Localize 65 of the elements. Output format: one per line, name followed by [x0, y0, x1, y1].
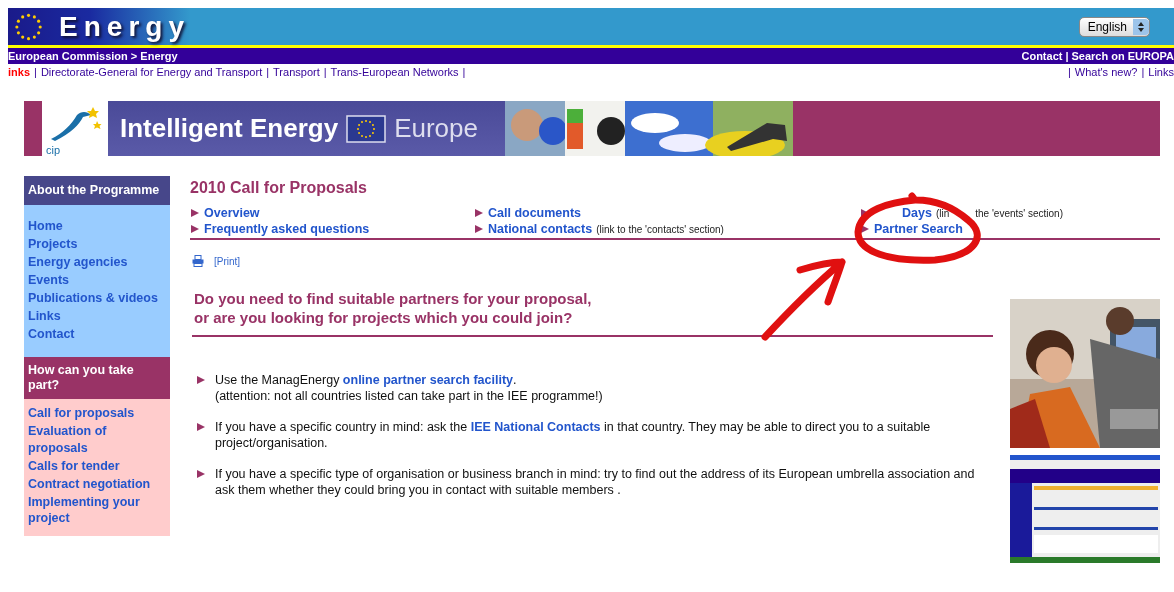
section-link[interactable]: Overview — [204, 206, 260, 220]
sidebar-link[interactable]: Home — [28, 217, 166, 235]
inline-link[interactable]: online partner search facility — [342, 373, 514, 387]
triangle-bullet-icon — [196, 375, 206, 385]
sidebar-link[interactable]: Links — [28, 307, 166, 325]
section-link[interactable]: Call documents — [488, 206, 582, 220]
dropdown-arrows-icon — [1133, 18, 1149, 35]
site-title: Energy — [59, 10, 190, 43]
nav-link[interactable]: Trans-European Networks — [330, 65, 459, 78]
printer-icon — [192, 255, 204, 267]
section-link[interactable]: Frequently asked questions — [204, 222, 370, 236]
nav-link[interactable]: Transport — [273, 65, 320, 78]
eu-flag-icon — [346, 114, 387, 143]
triangle-bullet-icon — [860, 224, 870, 234]
separator: | — [1065, 50, 1069, 62]
nav-link[interactable]: What's new? — [1074, 65, 1138, 78]
banner-subtitle: Europe — [394, 113, 478, 144]
separator: | — [462, 65, 466, 78]
triangle-bullet-icon — [474, 224, 484, 234]
section-link[interactable]: Days — [902, 206, 932, 220]
question-heading: Do you need to find suitable partners for your proposal, or are you looking for projects which you could join? — [194, 289, 593, 327]
separator: | — [1141, 65, 1145, 78]
link-note: (lin — [935, 207, 950, 219]
sidebar-link[interactable]: Contract negotiation — [28, 475, 166, 492]
triangle-bullet-icon — [196, 469, 206, 479]
sidebar-link[interactable]: Projects — [28, 235, 166, 253]
bullet-text: If you have a specific type of organisation or business branch in mind: try to find out the address of its European umbrella association and ask them whether they could bring you in contact with suitable members . — [215, 467, 976, 498]
bullet-text: Use the ManagEnergy online partner search facility. — [215, 373, 518, 389]
sidebar-link[interactable]: Energy agencies — [28, 253, 166, 271]
nav-link[interactable]: inks — [8, 65, 30, 78]
section-link[interactable]: National contacts — [488, 222, 593, 236]
page-title: 2010 Call for Proposals — [190, 179, 368, 197]
top-link[interactable]: Search on EUROPA — [1071, 50, 1174, 62]
sidebar-link[interactable]: Implementing your project — [28, 493, 166, 527]
sidebar-heading: How can you take part? — [24, 357, 170, 399]
sidebar-link[interactable]: Evaluation of proposals — [28, 423, 166, 456]
breadcrumb: European Commission > Energy — [8, 50, 178, 62]
triangle-bullet-icon — [474, 208, 484, 218]
banner-stripe — [24, 101, 42, 156]
language-select[interactable]: English — [1078, 16, 1150, 37]
banner-title: Intelligent Energy — [120, 113, 339, 144]
sidebar-link[interactable]: Events — [28, 271, 166, 289]
separator: | — [34, 65, 37, 78]
nav-link[interactable]: Links — [1148, 65, 1174, 78]
cip-label: cip — [46, 144, 61, 155]
triangle-bullet-icon — [190, 208, 200, 218]
top-link[interactable]: Contact — [1021, 50, 1063, 62]
section-link[interactable]: Partner Search — [874, 222, 963, 236]
link-note: (link to the 'contacts' section) — [596, 223, 724, 235]
sidebar-link[interactable]: Call for proposals — [28, 405, 166, 422]
triangle-bullet-icon — [196, 422, 206, 432]
separator: | — [323, 65, 327, 78]
sidebar-heading: About the Programme — [24, 176, 170, 205]
nav-link[interactable]: Directorate-General for Energy and Transport — [40, 65, 263, 78]
separator: | — [1067, 65, 1071, 78]
sidebar-link[interactable]: Publications & videos — [28, 289, 166, 307]
bullet-text: If you have a specific country in mind: ask the IEE National Contacts in that country. They may be able to direct you to a suitable project/organisation. — [215, 420, 932, 451]
attention-note: (attention: not all countries listed can take part in the IEE programme!) — [215, 388, 604, 404]
triangle-bullet-icon — [190, 224, 200, 234]
link-note: the 'events' section) — [975, 207, 1063, 219]
separator: | — [266, 65, 270, 78]
print-link[interactable]: [Print] — [214, 255, 241, 267]
sidebar-link[interactable]: Calls for tender — [28, 457, 166, 474]
inline-link[interactable]: IEE National Contacts — [470, 420, 601, 434]
sidebar-link[interactable]: Contact — [28, 325, 166, 343]
